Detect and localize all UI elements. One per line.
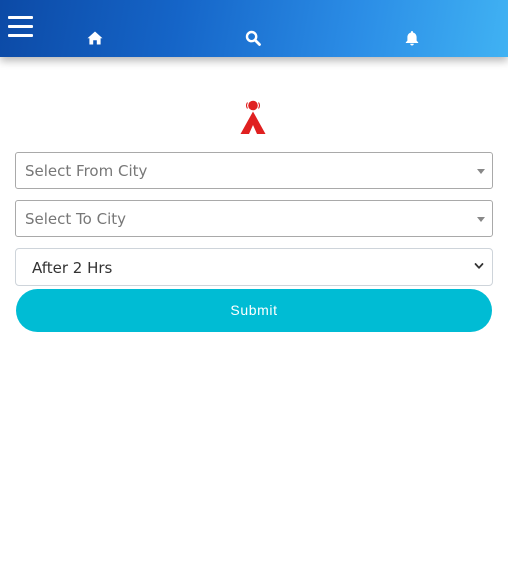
to-city-placeholder: Select To City [25, 210, 127, 228]
bell-icon[interactable] [404, 30, 420, 46]
home-icon[interactable] [87, 30, 103, 46]
top-navigation-bar [0, 0, 508, 57]
chevron-down-icon [474, 261, 484, 271]
from-city-placeholder: Select From City [25, 162, 148, 180]
caret-down-icon [477, 217, 485, 222]
to-city-select[interactable]: Select To City [15, 200, 493, 237]
search-icon[interactable] [245, 30, 261, 46]
from-city-select[interactable]: Select From City [15, 152, 493, 189]
brand-logo [238, 99, 268, 135]
departure-time-select[interactable]: After 2 Hrs [15, 248, 493, 286]
departure-time-value: After 2 Hrs [32, 259, 113, 277]
submit-button[interactable]: Submit [16, 289, 492, 332]
caret-down-icon [477, 169, 485, 174]
hamburger-menu-icon[interactable] [8, 15, 33, 39]
